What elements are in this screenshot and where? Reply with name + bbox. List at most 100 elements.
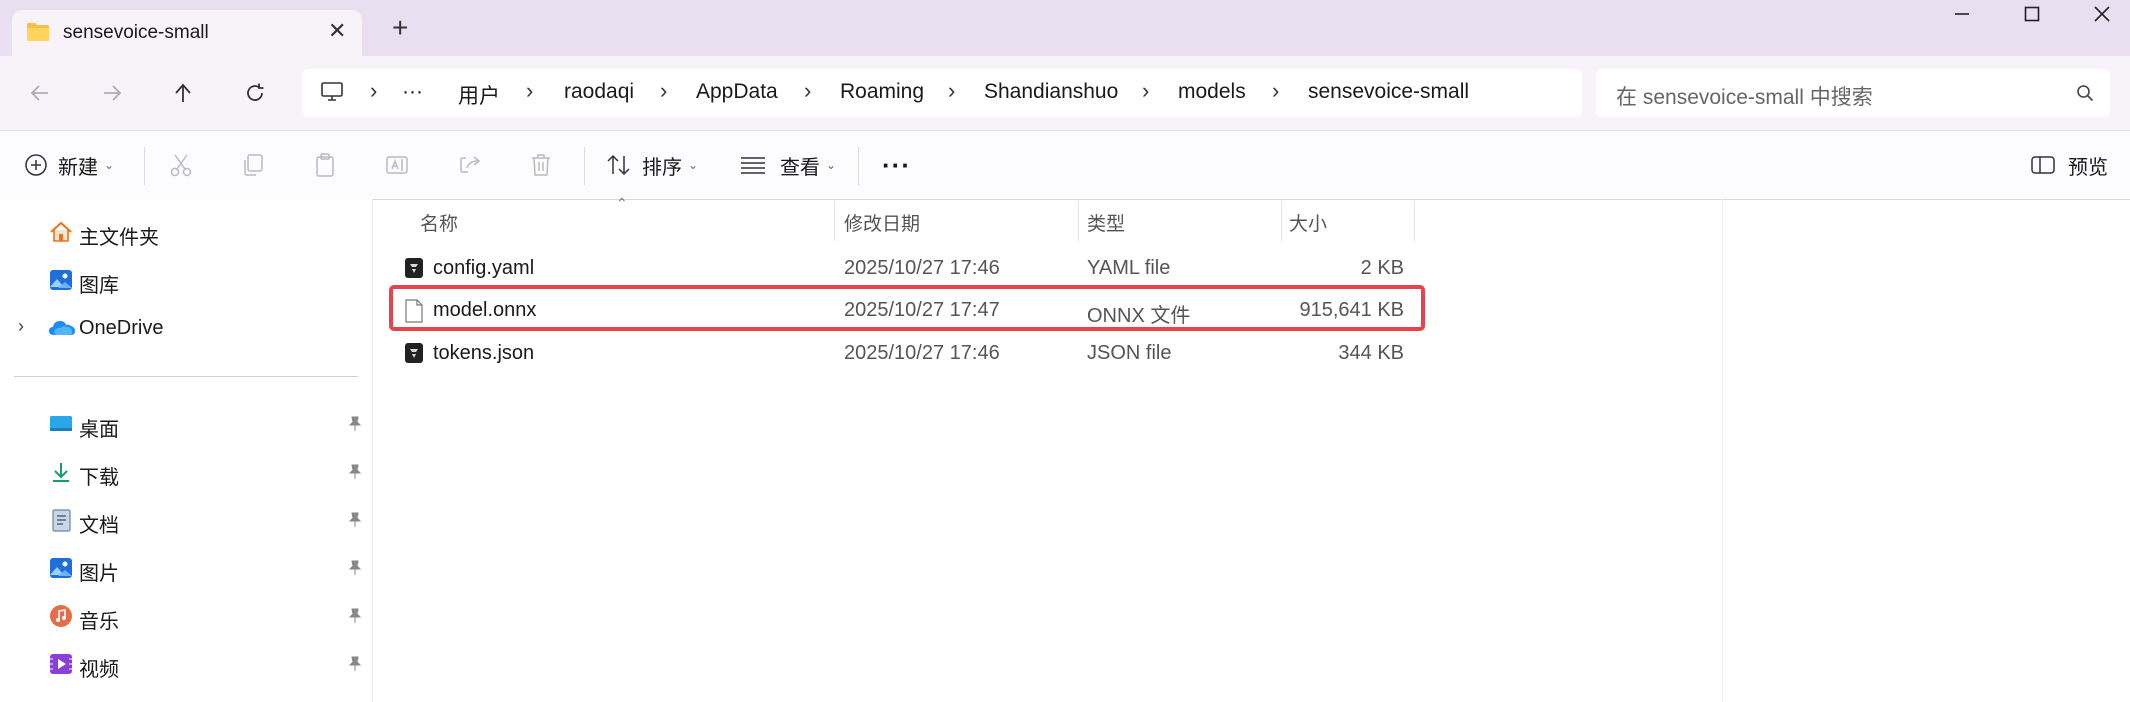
search-icon[interactable]	[2076, 84, 2094, 107]
gallery-icon	[48, 268, 74, 292]
chevron-down-icon: ⌄	[104, 158, 115, 172]
plus-circle-icon	[24, 153, 48, 177]
breadcrumb-appdata[interactable]: AppData	[696, 80, 778, 104]
copy-button[interactable]	[240, 131, 266, 199]
sidebar-item-label: OneDrive	[79, 317, 164, 339]
search-placeholder: 在 sensevoice-small 中搜索	[1616, 86, 1873, 109]
close-window-button[interactable]	[2082, 4, 2122, 34]
search-input[interactable]: 在 sensevoice-small 中搜索	[1596, 69, 2110, 117]
breadcrumb-overflow[interactable]: ···	[402, 80, 423, 104]
column-header-type[interactable]: 类型	[1079, 199, 1281, 239]
command-bar: 新建 ⌄ 排序 ⌄ 查看 ⌄ ··· 预览	[0, 130, 2130, 200]
sidebar-item-onedrive[interactable]: › OneDrive	[0, 306, 372, 350]
app-file-icon	[404, 342, 424, 369]
pin-icon[interactable]	[348, 512, 362, 533]
music-icon	[48, 604, 74, 628]
arrow-up-icon	[175, 83, 191, 102]
arrow-right-icon	[104, 85, 122, 101]
breadcrumb-shandianshuo[interactable]: Shandianshuo	[984, 80, 1118, 104]
pin-icon[interactable]	[348, 416, 362, 437]
new-button[interactable]: 新建 ⌄	[24, 131, 114, 199]
paste-button[interactable]	[312, 131, 338, 199]
minimize-button[interactable]	[1942, 4, 1982, 34]
chevron-right-icon[interactable]: ›	[370, 78, 377, 104]
sidebar-item-gallery[interactable]: 图库	[0, 258, 372, 302]
back-button[interactable]	[20, 73, 60, 113]
breadcrumb-users[interactable]: 用户	[458, 80, 500, 110]
cut-button[interactable]	[168, 131, 194, 199]
file-name: model.onnx	[433, 299, 537, 321]
sidebar-item-desktop[interactable]: 桌面	[0, 402, 372, 446]
pin-icon[interactable]	[348, 656, 362, 677]
details-pane-divider	[1722, 199, 1723, 702]
onedrive-cloud-icon	[48, 316, 75, 340]
chevron-right-icon[interactable]: ›	[1142, 78, 1149, 104]
pin-icon[interactable]	[348, 560, 362, 581]
more-options-button[interactable]: ···	[882, 131, 911, 199]
chevron-down-icon: ⌄	[688, 158, 699, 172]
sidebar-item-label: 下载	[79, 467, 119, 489]
pin-icon[interactable]	[348, 608, 362, 629]
tab-title: sensevoice-small	[63, 22, 209, 43]
computer-icon[interactable]	[320, 81, 344, 108]
file-row[interactable]: tokens.json 2025/10/27 17:46 JSON file 3…	[390, 332, 1412, 374]
breadcrumb-models[interactable]: models	[1178, 80, 1246, 104]
breadcrumb-roaming[interactable]: Roaming	[840, 80, 924, 104]
up-button[interactable]	[163, 73, 203, 113]
chevron-right-icon[interactable]: ›	[18, 316, 24, 337]
sidebar-item-home[interactable]: 主文件夹	[0, 210, 372, 254]
breadcrumb-sensevoice-small[interactable]: sensevoice-small	[1308, 80, 1469, 104]
forward-button[interactable]	[92, 73, 132, 113]
tab-sensevoice-small[interactable]: sensevoice-small ✕	[12, 10, 362, 56]
separator	[144, 147, 145, 185]
delete-button[interactable]	[528, 131, 554, 199]
preview-pane-icon	[2030, 154, 2056, 176]
chevron-right-icon[interactable]: ›	[804, 78, 811, 104]
file-name: tokens.json	[433, 342, 535, 364]
file-type: ONNX 文件	[1087, 305, 1191, 327]
chevron-right-icon[interactable]: ›	[1272, 78, 1279, 104]
pane-divider[interactable]	[372, 199, 373, 702]
column-header-name[interactable]: 名称	[390, 199, 834, 239]
clipboard-icon	[316, 153, 334, 177]
close-tab-icon[interactable]: ✕	[328, 18, 346, 44]
arrow-left-icon	[30, 85, 48, 101]
desktop-icon	[48, 412, 74, 436]
column-header-modified[interactable]: 修改日期	[835, 199, 1078, 239]
view-button[interactable]: 查看 ⌄	[740, 131, 836, 199]
column-separator[interactable]	[1414, 201, 1415, 241]
sidebar-item-label: 视频	[79, 659, 119, 681]
pin-icon[interactable]	[348, 464, 362, 485]
copy-icon	[244, 154, 263, 176]
separator	[858, 147, 859, 185]
refresh-button[interactable]	[235, 73, 275, 113]
preview-pane-button[interactable]: 预览	[2030, 131, 2108, 199]
chevron-right-icon[interactable]: ›	[526, 78, 533, 104]
address-bar[interactable]: › ··· 用户 › raodaqi › AppData › Roaming ›…	[302, 69, 1582, 117]
rename-button[interactable]	[384, 131, 410, 199]
sidebar-item-pictures[interactable]: 图片	[0, 546, 372, 590]
share-button[interactable]	[458, 131, 484, 199]
document-icon	[48, 508, 74, 532]
sort-button[interactable]: 排序 ⌄	[606, 131, 698, 199]
column-header-size[interactable]: 大小	[1282, 199, 1414, 239]
file-size: 2 KB	[1360, 257, 1404, 279]
breadcrumb-raodaqi[interactable]: raodaqi	[564, 80, 634, 104]
sort-label: 排序	[642, 156, 682, 179]
file-name: config.yaml	[433, 257, 535, 279]
sidebar-item-music[interactable]: 音乐	[0, 594, 372, 638]
maximize-button[interactable]	[2012, 4, 2052, 34]
file-row[interactable]: model.onnx 2025/10/27 17:47 ONNX 文件 915,…	[390, 289, 1412, 331]
sidebar-item-videos[interactable]: 视频	[0, 642, 372, 686]
sidebar-item-downloads[interactable]: 下载	[0, 450, 372, 494]
chevron-right-icon[interactable]: ›	[660, 78, 667, 104]
video-icon	[48, 652, 74, 676]
address-row: › ··· 用户 › raodaqi › AppData › Roaming ›…	[0, 56, 2130, 130]
view-label: 查看	[780, 156, 820, 179]
new-tab-button[interactable]: +	[392, 14, 408, 42]
chevron-right-icon[interactable]: ›	[948, 78, 955, 104]
sidebar-item-documents[interactable]: 文档	[0, 498, 372, 542]
app-file-icon	[404, 257, 424, 284]
file-modified: 2025/10/27 17:47	[844, 299, 1000, 321]
file-row[interactable]: config.yaml 2025/10/27 17:46 YAML file 2…	[390, 247, 1412, 289]
